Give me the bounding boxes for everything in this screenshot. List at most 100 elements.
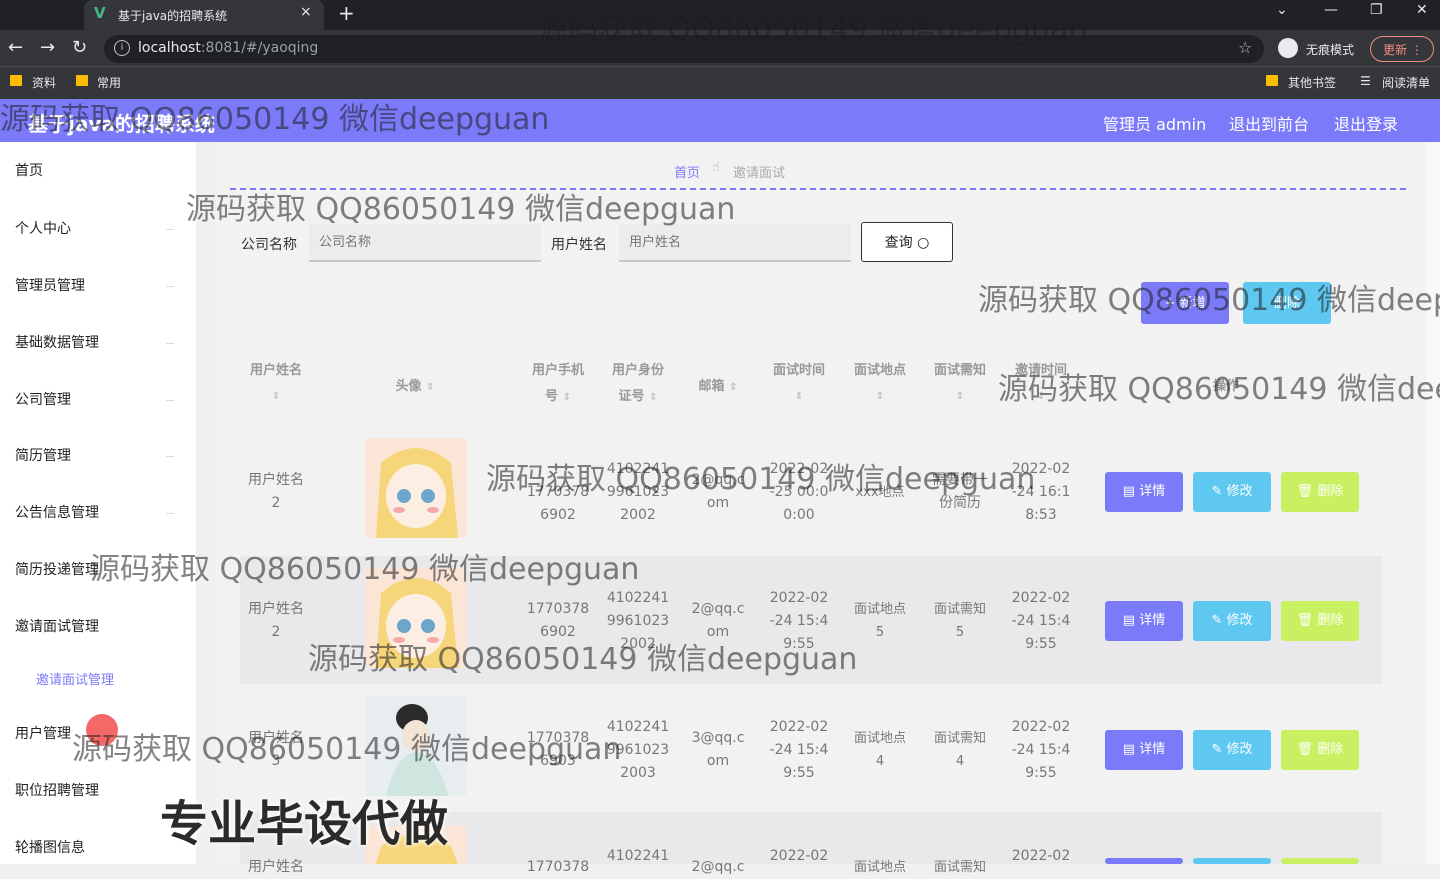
sidebar-item-delivery[interactable]: 简历投递管理	[15, 559, 99, 579]
tab-title[interactable]: 基于java的招聘系统	[118, 7, 227, 24]
th-email[interactable]: 邮箱 ⇕	[682, 374, 754, 401]
admin-label: 管理员 admin	[1103, 115, 1207, 134]
sidebar-item-carousel[interactable]: 轮播图信息	[15, 837, 85, 857]
sidebar-item-company[interactable]: 公司管理	[15, 389, 71, 409]
back-icon[interactable]: ←	[8, 37, 23, 58]
cell-location: 面试地点 4	[853, 731, 906, 769]
delete-button[interactable]: 🗑 删除	[1281, 472, 1359, 512]
bookmark-star-icon[interactable]: ☆	[1238, 38, 1252, 57]
new-tab-icon[interactable]: +	[338, 1, 355, 25]
divider	[230, 188, 1406, 190]
mouse-cursor-highlight	[86, 714, 118, 746]
detail-button[interactable]: ▤ 详情	[1105, 730, 1183, 770]
th-invite-time[interactable]: 邀请时间 ⇕	[1005, 358, 1077, 410]
cell-email: 2@qq.c om	[691, 472, 745, 511]
batch-delete-button[interactable]: 删除	[1243, 282, 1331, 324]
edit-button[interactable]: ✎ 修改	[1193, 472, 1271, 512]
sidebar-item-resume[interactable]: 简历管理	[15, 445, 71, 465]
edit-button[interactable]	[1193, 858, 1271, 864]
promo-text: 专业毕设代做	[160, 796, 449, 852]
sidebar-item-user[interactable]: 用户管理	[15, 723, 71, 743]
other-bookmarks[interactable]: 其他书签	[1288, 74, 1336, 91]
reading-list[interactable]: 阅读清单	[1382, 74, 1430, 91]
th-avatar[interactable]: 头像 ⇕	[370, 374, 460, 401]
app-title: 基于java的招聘系统	[28, 112, 215, 136]
company-name-input[interactable]	[309, 224, 541, 262]
cell-phone: 1770378 6902	[526, 484, 590, 523]
cell-idcard: 4102241 9961023 2002	[606, 590, 670, 652]
cell-email: 3@qq.c om	[691, 730, 745, 769]
cell-phone: 1770378 6902	[526, 601, 590, 640]
folder-icon	[76, 75, 88, 86]
breadcrumb-home[interactable]: 首页	[674, 162, 700, 181]
avatar-image	[366, 438, 466, 538]
back-to-front-link[interactable]: 退出到前台	[1229, 111, 1309, 135]
detail-button[interactable]	[1105, 858, 1183, 864]
delete-button[interactable]: 🗑 删除	[1281, 730, 1359, 770]
th-user-name[interactable]: 用户姓名 ⇕	[240, 358, 312, 410]
delete-button[interactable]: 🗑 删除	[1281, 601, 1359, 641]
sidebar-item-profile[interactable]: 个人中心	[15, 218, 71, 238]
detail-button[interactable]: ▤ 详情	[1105, 472, 1183, 512]
cell-notes: 面试需知 4	[933, 731, 986, 769]
sidebar-item-basic-data[interactable]: 基础数据管理	[15, 332, 99, 352]
bookmark-item[interactable]: 常用	[97, 74, 121, 91]
cell-idcard: 4102241 9961023 2003	[606, 719, 670, 781]
th-notes[interactable]: 面试需知 ⇕	[924, 358, 996, 410]
th-location[interactable]: 面试地点 ⇕	[844, 358, 916, 410]
cell-interview-time: 2022-02	[769, 848, 829, 864]
tab-search-icon[interactable]: ⌄	[1276, 2, 1288, 18]
forward-icon[interactable]: →	[40, 37, 55, 58]
chevron-icon	[166, 229, 174, 230]
breadcrumb-separator-icon: ☝	[712, 160, 720, 175]
folder-icon	[1266, 75, 1278, 86]
bookmark-item[interactable]: 资料	[32, 74, 56, 91]
sidebar-item-invite[interactable]: 邀请面试管理	[15, 616, 99, 636]
th-actions: 操作	[1212, 379, 1239, 394]
logout-link[interactable]: 退出登录	[1334, 111, 1398, 135]
cell-idcard: 4102241 9961023 2002	[606, 461, 670, 523]
cell-user-name: 用户姓名 2	[248, 472, 304, 511]
user-name-label: 用户姓名	[551, 237, 607, 253]
app-header	[0, 99, 1440, 142]
update-button[interactable]: 更新 ⋮	[1370, 36, 1434, 62]
breadcrumb-current: 邀请面试	[733, 166, 786, 181]
site-info-icon[interactable]: i	[114, 40, 130, 56]
add-button[interactable]: + 新增	[1141, 282, 1229, 324]
url-text[interactable]: localhost:8081/#/yaoqing	[138, 40, 318, 56]
vue-favicon-icon: V	[94, 4, 106, 22]
sidebar-item-admin[interactable]: 管理员管理	[15, 275, 85, 295]
bookmarks-bar	[0, 66, 1440, 99]
tab-close-icon[interactable]: ×	[300, 4, 312, 20]
reload-icon[interactable]: ↻	[72, 37, 87, 58]
scrollbar[interactable]	[1426, 142, 1440, 864]
th-idcard[interactable]: 用户身份 证号 ⇕	[602, 358, 674, 411]
incognito-icon	[1278, 38, 1298, 58]
th-phone[interactable]: 用户手机号 ⇕	[522, 358, 594, 411]
cell-notes: 需要带一 份简历	[932, 472, 988, 511]
cell-interview-time: 2022-02 -24 15:4 9:55	[769, 590, 829, 652]
delete-button[interactable]	[1281, 858, 1359, 864]
minimize-icon[interactable]: —	[1324, 2, 1338, 18]
cell-invite-time: 2022-02 -24 15:4 9:55	[1011, 719, 1071, 781]
sidebar-item-home[interactable]: 首页	[15, 160, 43, 180]
company-name-label: 公司名称	[241, 237, 297, 253]
detail-button[interactable]: ▤ 详情	[1105, 601, 1183, 641]
cell-user-name: 用户姓名 3	[248, 730, 304, 769]
chevron-icon	[166, 343, 174, 344]
window-close-icon[interactable]: ✕	[1416, 2, 1428, 18]
edit-button[interactable]: ✎ 修改	[1193, 730, 1271, 770]
cell-phone: 1770378	[526, 859, 590, 875]
edit-button[interactable]: ✎ 修改	[1193, 601, 1271, 641]
search-button[interactable]: 查询 ○	[861, 222, 953, 262]
avatar-image	[366, 568, 466, 668]
cell-location: xxx地点	[855, 485, 905, 500]
cell-invite-time: 2022-02	[1011, 848, 1071, 864]
th-interview-time[interactable]: 面试时间 ⇕	[763, 358, 835, 410]
sidebar-item-notice[interactable]: 公告信息管理	[15, 502, 99, 522]
sidebar-item-jobs[interactable]: 职位招聘管理	[15, 780, 99, 800]
incognito-label: 无痕模式	[1306, 43, 1355, 57]
restore-icon[interactable]: ❐	[1370, 2, 1383, 18]
submenu-invite-manage[interactable]: 邀请面试管理	[36, 669, 114, 688]
user-name-input[interactable]	[619, 224, 851, 262]
